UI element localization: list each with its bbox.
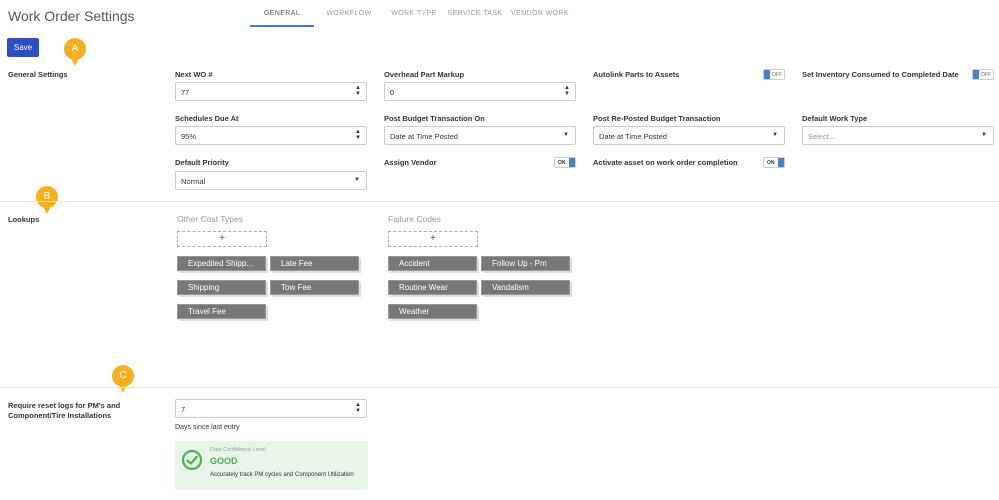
assign-vendor-toggle[interactable]: ON [554,157,576,168]
data-confidence-panel: Data Confidence Level GOOD Accurately tr… [175,441,368,490]
default-priority-select[interactable]: Normal ▼ [175,171,367,190]
tab-bar: GENERAL WORKFLOW WORK TYPE SERVICE TASK … [250,0,574,28]
confidence-description: Accurately track PM cycles and Component… [210,472,354,478]
caret-down-icon: ▼ [772,132,778,138]
reset-logs-days-input[interactable]: 7 ▲ ▼ [175,399,367,418]
stepper-icon[interactable]: ▲ ▼ [564,85,570,97]
post-budget-label: Post Budget Transaction On [384,114,485,123]
autolink-toggle[interactable]: OFF [763,69,785,80]
set-inventory-label: Set Inventory Consumed to Completed Date [802,70,959,79]
failure-code-chip[interactable]: Vandalism [481,280,570,295]
lookups-label: Lookups [8,215,40,224]
save-button[interactable]: Save [7,38,39,57]
tab-vendor-work[interactable]: VENDOR WORK [506,0,574,27]
other-cost-types-heading: Other Cost Types [177,214,243,224]
autolink-label: Autolink Parts to Assets [593,70,680,79]
failure-codes-heading: Failure Codes [388,214,441,224]
failure-code-chip[interactable]: Follow Up - Pm [481,256,570,271]
next-wo-label: Next WO # [175,70,213,79]
failure-code-chip[interactable]: Accident [388,256,477,271]
confidence-value: GOOD [210,456,238,466]
annotation-pin-c: C [112,365,134,393]
cost-type-chip[interactable]: Expedited Shipp... [177,256,266,271]
failure-code-chip[interactable]: Weather [388,304,477,319]
reset-logs-note: Days since last entry [175,424,240,431]
schedules-due-label: Schedules Due At [175,114,239,123]
caret-down-icon: ▼ [354,177,360,183]
cost-type-chip[interactable]: Late Fee [270,256,359,271]
tab-service-task[interactable]: SERVICE TASK [444,0,506,27]
section-divider [0,387,999,388]
cost-type-chip[interactable]: Shipping [177,280,266,295]
schedules-due-input[interactable]: 95% ▲ ▼ [175,126,367,145]
add-failure-code-button[interactable]: + [388,231,478,247]
stepper-icon[interactable]: ▲ ▼ [355,85,361,97]
activate-asset-label: Activate asset on work order completion [593,158,738,167]
stepper-icon[interactable]: ▲ ▼ [355,402,361,414]
set-inventory-toggle[interactable]: OFF [972,69,994,80]
overhead-markup-input[interactable]: 0 ▲ ▼ [384,82,576,101]
page-title: Work Order Settings [8,8,135,24]
section-divider [0,201,999,202]
tab-general[interactable]: GENERAL [250,0,314,27]
assign-vendor-label: Assign Vendor [384,158,437,167]
tab-work-type[interactable]: WORK TYPE [384,0,444,27]
confidence-label: Data Confidence Level [210,447,266,453]
overhead-markup-label: Overhead Part Markup [384,70,465,79]
add-cost-type-button[interactable]: + [177,231,267,247]
annotation-pin-a: A [64,38,86,66]
post-budget-select[interactable]: Date at Time Posted ▼ [384,126,576,145]
caret-down-icon: ▼ [981,132,987,138]
post-reposted-label: Post Re-Posted Budget Transaction [593,114,721,123]
post-reposted-select[interactable]: Date at Time Posted ▼ [593,126,785,145]
cost-type-chip[interactable]: Travel Fee [177,304,266,319]
activate-asset-toggle[interactable]: ON [763,157,785,168]
tab-workflow[interactable]: WORKFLOW [314,0,384,27]
failure-code-chip[interactable]: Routine Wear [388,280,477,295]
cost-type-chip[interactable]: Tow Fee [270,280,359,295]
default-work-type-label: Default Work Type [802,114,868,123]
next-wo-input[interactable]: 77 ▲ ▼ [175,82,367,101]
default-work-type-select[interactable]: Select... ▼ [802,126,994,145]
annotation-pin-b: B [36,186,58,214]
stepper-icon[interactable]: ▲ ▼ [355,129,361,141]
default-priority-label: Default Priority [175,158,229,167]
general-settings-label: General Settings [8,70,68,79]
caret-down-icon: ▼ [563,132,569,138]
reset-logs-label: Require reset logs for PM's and Componen… [8,401,121,420]
check-circle-icon [181,449,203,471]
